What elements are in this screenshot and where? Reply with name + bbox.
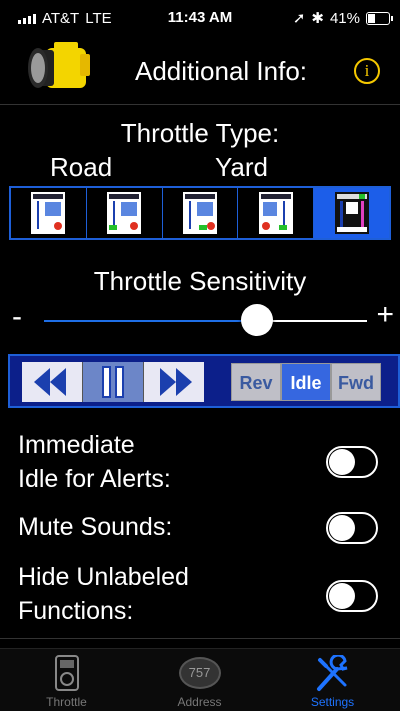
address-badge: 757 (188, 665, 211, 680)
tab-settings[interactable]: Settings (266, 649, 399, 711)
flashlight-logo-icon (28, 42, 90, 88)
throttle-type-option-5[interactable] (314, 188, 389, 238)
battery-percent: 41% (329, 9, 360, 27)
sensitivity-slider[interactable]: - + (0, 298, 400, 340)
status-right: ➚ ✱ 41% (292, 9, 393, 27)
road-throttle-2-icon (107, 192, 142, 234)
sensitivity-title: Throttle Sensitivity (93, 266, 307, 296)
direction-mode-selector: Rev Idle Fwd (231, 363, 381, 401)
throttle-icon (54, 655, 79, 691)
tab-throttle[interactable]: Throttle (0, 649, 133, 711)
yard-label: Yard (215, 152, 268, 182)
hide-unlabeled-toggle[interactable] (326, 580, 378, 612)
tab-bar: Throttle 757 Address Settings (0, 648, 400, 711)
road-throttle-1-icon (31, 192, 66, 234)
toggle-row-mute-sounds: Mute Sounds: (18, 510, 398, 550)
wrench-icon (316, 655, 347, 691)
forward-button[interactable] (144, 362, 204, 402)
divider (0, 638, 400, 639)
slider-fill (44, 320, 258, 322)
stop-button[interactable] (83, 362, 144, 402)
yard-throttle-1-icon (182, 192, 217, 234)
status-bar: AT&T LTE 11:43 AM ➚ ✱ 41% (0, 0, 400, 36)
rewind-icon (34, 368, 66, 396)
minus-label: - (12, 300, 22, 333)
header: Additional Info: i (0, 36, 400, 104)
throttle-type-option-3[interactable] (163, 188, 239, 238)
throttle-type-option-4[interactable] (238, 188, 315, 238)
slider-track[interactable] (44, 320, 367, 322)
fast-forward-icon (160, 368, 192, 396)
page-title: Additional Info: (135, 56, 308, 86)
direction-panel: Rev Idle Fwd (8, 354, 400, 408)
throttle-type-option-1[interactable] (11, 188, 87, 238)
throttle-type-title: Throttle Type: (120, 118, 280, 148)
address-icon: 757 (178, 657, 221, 689)
tab-label: Address (177, 695, 222, 709)
info-button[interactable]: i (354, 58, 380, 84)
yard-throttle-3-icon (334, 192, 369, 234)
toggle-row-immediate-idle: Immediate Idle for Alerts: (18, 428, 398, 496)
pause-icon (102, 366, 124, 398)
throttle-type-option-2[interactable] (87, 188, 163, 238)
location-icon: ➚ (292, 10, 306, 27)
tab-label: Settings (310, 695, 355, 709)
mute-sounds-toggle[interactable] (326, 512, 378, 544)
plus-label: + (376, 298, 394, 331)
reverse-button[interactable] (22, 362, 83, 402)
mode-idle[interactable]: Idle (281, 363, 331, 401)
transport-controls (22, 362, 204, 402)
divider (0, 104, 400, 105)
immediate-idle-toggle[interactable] (326, 446, 378, 478)
slider-knob[interactable] (241, 304, 274, 336)
road-label: Road (50, 152, 113, 182)
battery-icon (366, 11, 393, 25)
bluetooth-icon: ✱ (311, 10, 324, 27)
toggle-row-hide-unlabeled: Hide Unlabeled Functions: (18, 560, 398, 628)
yard-throttle-2-icon (258, 192, 293, 234)
tab-label: Throttle (46, 695, 87, 709)
mode-rev[interactable]: Rev (231, 363, 281, 401)
mode-fwd[interactable]: Fwd (331, 363, 381, 401)
throttle-type-selector[interactable] (9, 186, 391, 240)
tab-address[interactable]: 757 Address (133, 649, 266, 711)
